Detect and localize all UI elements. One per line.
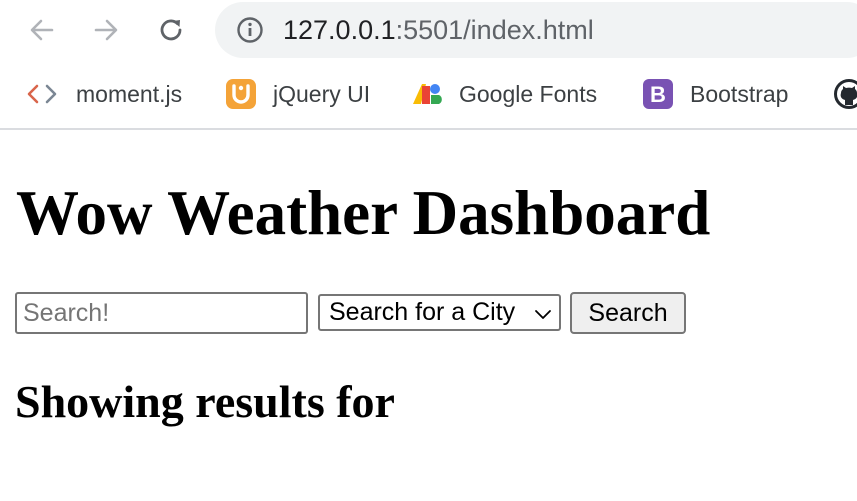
github-icon <box>833 78 857 110</box>
bookmark-label: moment.js <box>76 80 183 107</box>
reload-button[interactable] <box>151 10 191 50</box>
address-bar[interactable]: 127.0.0.1:5501/index.html <box>215 2 857 58</box>
arrow-right-icon <box>94 19 118 41</box>
code-brackets-icon <box>26 78 58 110</box>
bookmark-label: Google Fonts <box>459 80 598 107</box>
page-content: Wow Weather Dashboard Search for a City … <box>0 132 857 501</box>
browser-toolbar: 127.0.0.1:5501/index.html <box>0 0 857 62</box>
arrow-left-icon <box>30 19 54 41</box>
bookmark-jquery-ui[interactable]: jQuery UI <box>225 78 370 110</box>
bookmarks-bar: moment.js jQuery UI Google Fonts B Boots… <box>0 62 857 130</box>
results-heading: Showing results for <box>15 376 395 427</box>
bootstrap-icon: B <box>642 78 674 110</box>
reload-icon <box>160 19 182 41</box>
chevron-down-icon <box>535 310 551 319</box>
google-fonts-icon <box>411 78 443 110</box>
bookmark-moment-js[interactable]: moment.js <box>26 78 182 110</box>
svg-text:B: B <box>650 82 666 107</box>
forward-button[interactable] <box>86 10 126 50</box>
city-select-value: Search for a City <box>329 298 516 326</box>
bookmark-label: jQuery UI <box>273 80 371 107</box>
url-text[interactable]: 127.0.0.1:5501/index.html <box>283 15 594 45</box>
jquery-ui-icon <box>225 78 257 110</box>
info-icon[interactable] <box>235 15 265 45</box>
search-input[interactable] <box>15 292 308 334</box>
back-button[interactable] <box>22 10 62 50</box>
url-path: :5501/index.html <box>395 15 594 45</box>
search-button[interactable]: Search <box>570 292 686 334</box>
page-title: Wow Weather Dashboard <box>16 178 711 248</box>
bookmark-bootstrap[interactable]: B Bootstrap <box>642 78 788 110</box>
bookmark-label: Bootstrap <box>690 80 789 107</box>
bookmark-github[interactable] <box>833 78 857 110</box>
city-select[interactable]: Search for a City <box>318 294 561 331</box>
url-host: 127.0.0.1 <box>283 15 396 45</box>
bookmark-google-fonts[interactable]: Google Fonts <box>411 78 597 110</box>
